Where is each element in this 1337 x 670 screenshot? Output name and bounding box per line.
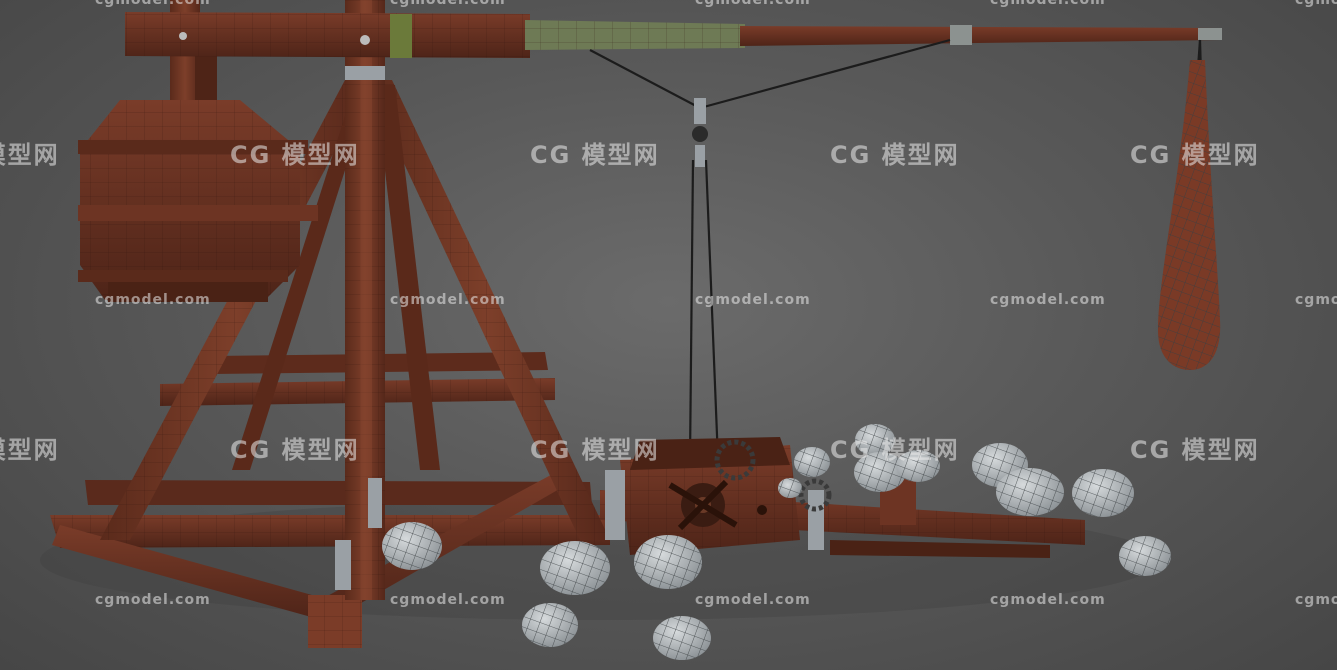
stone bbox=[855, 424, 895, 456]
stone bbox=[522, 603, 578, 647]
metal-bracket bbox=[368, 478, 382, 528]
metal-bracket bbox=[345, 66, 385, 80]
stone bbox=[1072, 469, 1134, 517]
stone bbox=[1119, 536, 1171, 576]
rope-hook bbox=[692, 98, 708, 167]
stone bbox=[996, 468, 1064, 516]
stone bbox=[540, 541, 610, 595]
sling-ropes bbox=[589, 38, 1210, 461]
stone bbox=[794, 447, 830, 477]
stone bbox=[778, 478, 802, 498]
metal-bracket bbox=[335, 540, 351, 590]
stone bbox=[896, 450, 940, 482]
trebuchet-render bbox=[40, 0, 1222, 660]
throwing-arm bbox=[125, 12, 1222, 58]
stone bbox=[634, 535, 702, 589]
sling-pouch bbox=[1158, 60, 1221, 370]
stone bbox=[653, 616, 711, 660]
render-viewport: cgmodel.com cgmodel.com cgmodel.com cgmodel… bbox=[0, 0, 1337, 670]
stone bbox=[382, 522, 442, 570]
